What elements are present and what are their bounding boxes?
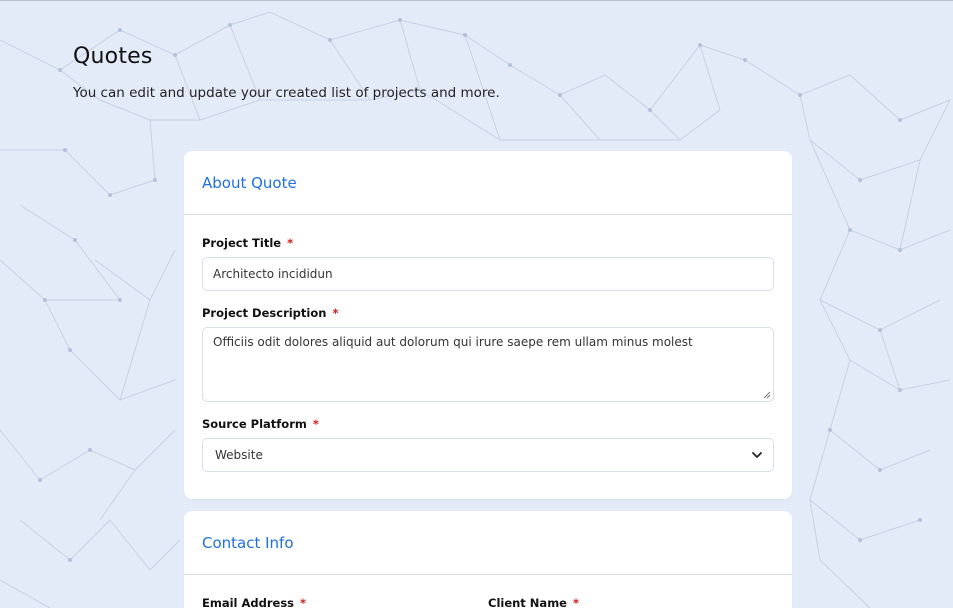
project-title-label: Project Title * xyxy=(202,236,294,250)
client-name-field: Client Name * xyxy=(488,596,774,608)
contact-info-header: Contact Info xyxy=(184,511,792,575)
page-title: Quotes xyxy=(73,44,153,69)
source-platform-label: Source Platform * xyxy=(202,417,319,431)
required-marker: * xyxy=(572,596,579,608)
project-title-input[interactable]: Architecto incididun xyxy=(202,257,774,291)
required-marker: * xyxy=(287,236,294,250)
required-marker: * xyxy=(312,417,319,431)
project-description-field: Project Description * Officiis odit dolor… xyxy=(202,291,774,402)
about-quote-card: About Quote Project Title * Architecto in… xyxy=(184,151,792,499)
source-platform-select[interactable]: Website xyxy=(202,438,774,472)
required-marker: * xyxy=(300,596,307,608)
email-field: Email Address * xyxy=(202,596,488,608)
chevron-down-icon xyxy=(752,452,762,458)
client-name-label: Client Name * xyxy=(488,596,579,608)
project-description-textarea[interactable]: Officiis odit dolores aliquid aut doloru… xyxy=(202,327,774,402)
contact-info-card: Contact Info Email Address * Client Name * xyxy=(184,511,792,608)
required-marker: * xyxy=(332,306,339,320)
project-description-value: Officiis odit dolores aliquid aut doloru… xyxy=(213,335,693,349)
project-title-value: Architecto incididun xyxy=(213,267,333,281)
project-description-label: Project Description * xyxy=(202,306,339,320)
source-platform-selected: Website xyxy=(215,448,263,462)
email-label: Email Address * xyxy=(202,596,307,608)
about-quote-heading: About Quote xyxy=(202,173,297,192)
resize-handle-icon[interactable] xyxy=(763,391,771,399)
contact-info-heading: Contact Info xyxy=(202,533,294,552)
about-quote-header: About Quote xyxy=(184,151,792,215)
source-platform-field: Source Platform * Website xyxy=(202,402,774,472)
page-header: Quotes You can edit and update your crea… xyxy=(73,44,500,101)
project-title-field: Project Title * Architecto incididun xyxy=(202,215,774,291)
page-subtitle: You can edit and update your created lis… xyxy=(73,85,500,101)
